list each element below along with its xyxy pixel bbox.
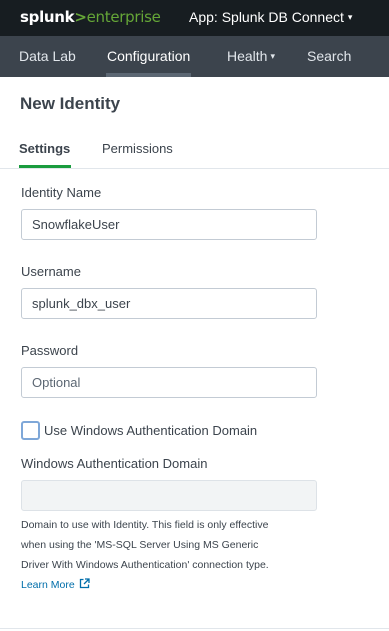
nav-item-label: Search	[307, 48, 352, 64]
external-link-icon	[79, 576, 90, 596]
logo-brand: splunk	[20, 8, 75, 26]
tab-divider	[0, 168, 389, 169]
logo-product: enterprise	[86, 8, 161, 26]
nav-item-search[interactable]: Search	[307, 48, 351, 64]
tab-permissions[interactable]: Permissions	[102, 141, 173, 156]
nav-item-label: Health	[227, 48, 268, 64]
page-title: New Identity	[20, 94, 121, 113]
password-input[interactable]	[21, 367, 317, 398]
chevron-down-icon: ▾	[347, 12, 353, 22]
help-text-line: Driver With Windows Authentication' conn…	[21, 559, 269, 571]
username-label: Username	[21, 264, 81, 279]
active-nav-indicator	[106, 73, 191, 77]
learn-more-link[interactable]: Learn More	[21, 578, 90, 591]
nav-item-label: Configuration	[107, 48, 191, 64]
app-menu[interactable]: App: Splunk DB Connect ▾	[189, 9, 352, 25]
app-nav-bar: Data Lab Configuration Health ▾ Search	[0, 36, 389, 77]
nav-item-data-lab[interactable]: Data Lab	[19, 48, 76, 64]
nav-item-health[interactable]: Health ▾	[227, 48, 275, 64]
footer-divider	[0, 628, 389, 629]
help-text-line: when using the 'MS-SQL Server Using MS G…	[21, 539, 259, 551]
tab-settings[interactable]: Settings	[19, 141, 70, 156]
nav-item-label: Data Lab	[19, 48, 76, 64]
use-windows-auth-label[interactable]: Use Windows Authentication Domain	[44, 423, 257, 438]
chevron-down-icon: ▾	[270, 51, 275, 61]
learn-more-label: Learn More	[21, 579, 75, 591]
use-windows-auth-checkbox[interactable]	[21, 421, 40, 440]
splunk-logo[interactable]: splunk>enterprise	[20, 8, 161, 26]
help-text-line: Domain to use with Identity. This field …	[21, 519, 269, 531]
app-menu-label: App: Splunk DB Connect	[189, 9, 344, 25]
username-input[interactable]	[21, 288, 317, 319]
identity-name-input[interactable]	[21, 209, 317, 240]
windows-auth-domain-help: Domain to use with Identity. This field …	[21, 515, 321, 596]
windows-auth-domain-input[interactable]	[21, 480, 317, 511]
top-bar: splunk>enterprise App: Splunk DB Connect…	[0, 0, 389, 36]
password-label: Password	[21, 343, 79, 358]
nav-item-configuration[interactable]: Configuration	[107, 48, 190, 64]
windows-auth-domain-label: Windows Authentication Domain	[21, 456, 208, 471]
identity-name-label: Identity Name	[21, 185, 102, 200]
logo-separator: >	[74, 8, 87, 26]
learn-more-row: Learn More	[21, 575, 321, 596]
